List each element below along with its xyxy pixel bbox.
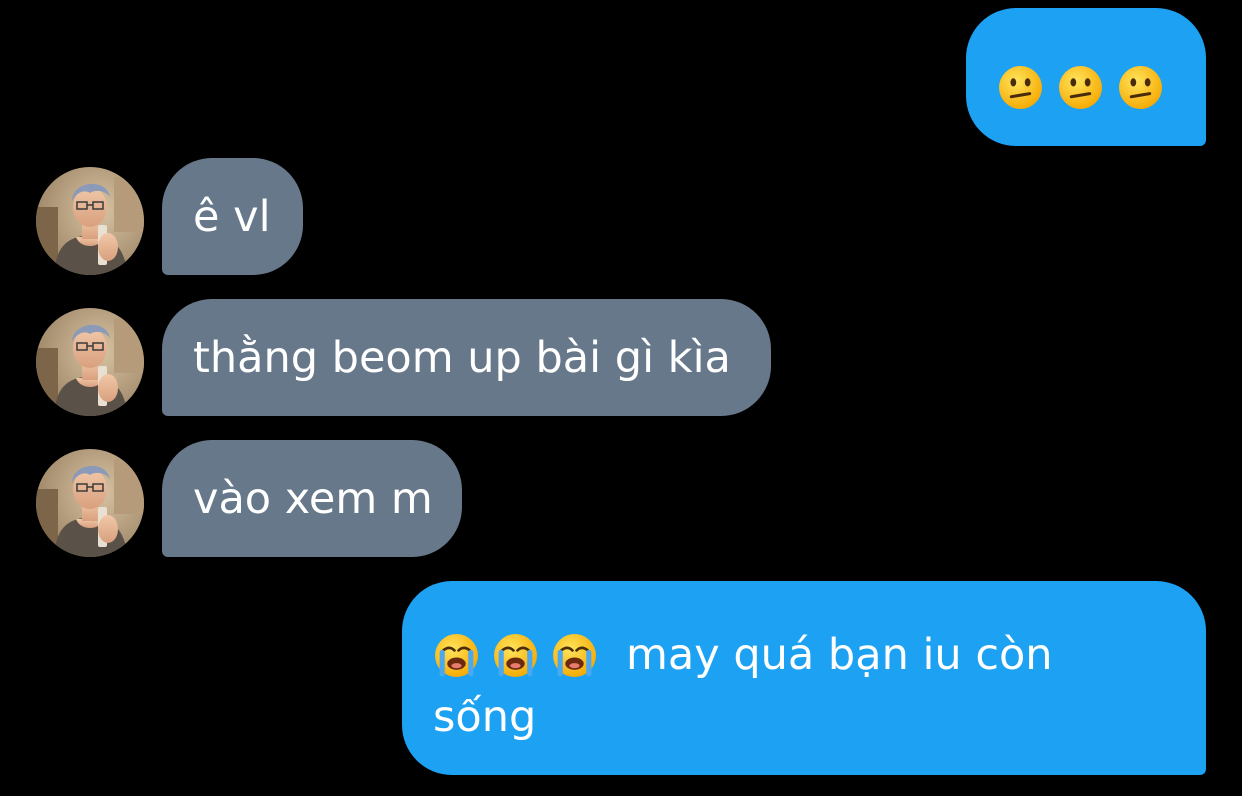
confused-face-icon <box>1118 65 1163 110</box>
emoji-row <box>434 633 597 678</box>
loudly-crying-face-icon <box>552 633 597 678</box>
confused-face-icon <box>1058 65 1103 110</box>
avatar[interactable] <box>36 449 144 557</box>
confused-face-icon <box>998 65 1043 110</box>
outgoing-message-bubble[interactable] <box>966 8 1206 146</box>
avatar[interactable] <box>36 167 144 275</box>
avatar[interactable] <box>36 308 144 416</box>
message-text: vào xem m <box>193 474 433 524</box>
incoming-message-bubble[interactable]: ê vl <box>162 158 303 275</box>
outgoing-message-bubble[interactable]: may quá bạn iu còn sống <box>402 581 1206 775</box>
message-text: ê vl <box>193 192 271 242</box>
message-text-line-1: may quá bạn iu còn <box>626 630 1053 680</box>
loudly-crying-face-icon <box>434 633 479 678</box>
message-text: thằng beom up bài gì kìa <box>193 333 731 383</box>
message-text-line-2: sống <box>433 692 537 742</box>
loudly-crying-face-icon <box>493 633 538 678</box>
emoji-row <box>998 65 1163 110</box>
incoming-message-bubble[interactable]: vào xem m <box>162 440 462 557</box>
incoming-message-bubble[interactable]: thằng beom up bài gì kìa <box>162 299 771 416</box>
